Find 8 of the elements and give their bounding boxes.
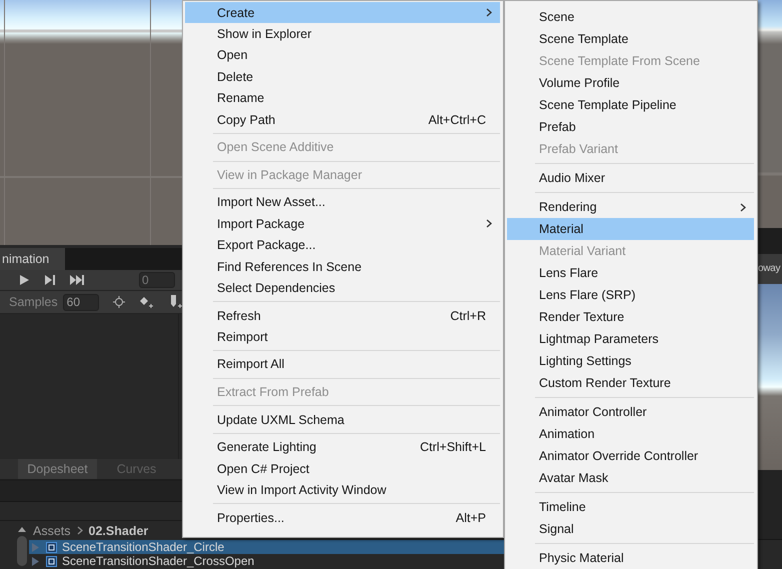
- shortcut-label: Ctrl+Shift+L: [420, 440, 486, 454]
- shortcut-label: Alt+P: [456, 510, 486, 525]
- asset-name: SceneTransitionShader_Circle: [62, 540, 224, 554]
- asset-name: SceneTransitionShader_CrossOpen: [62, 554, 254, 568]
- shortcut-label: Ctrl+R: [450, 308, 486, 323]
- panel-title: oway: [758, 254, 782, 284]
- shortcut-label: Alt+Ctrl+C: [428, 112, 486, 127]
- samples-label: Samples: [9, 295, 58, 309]
